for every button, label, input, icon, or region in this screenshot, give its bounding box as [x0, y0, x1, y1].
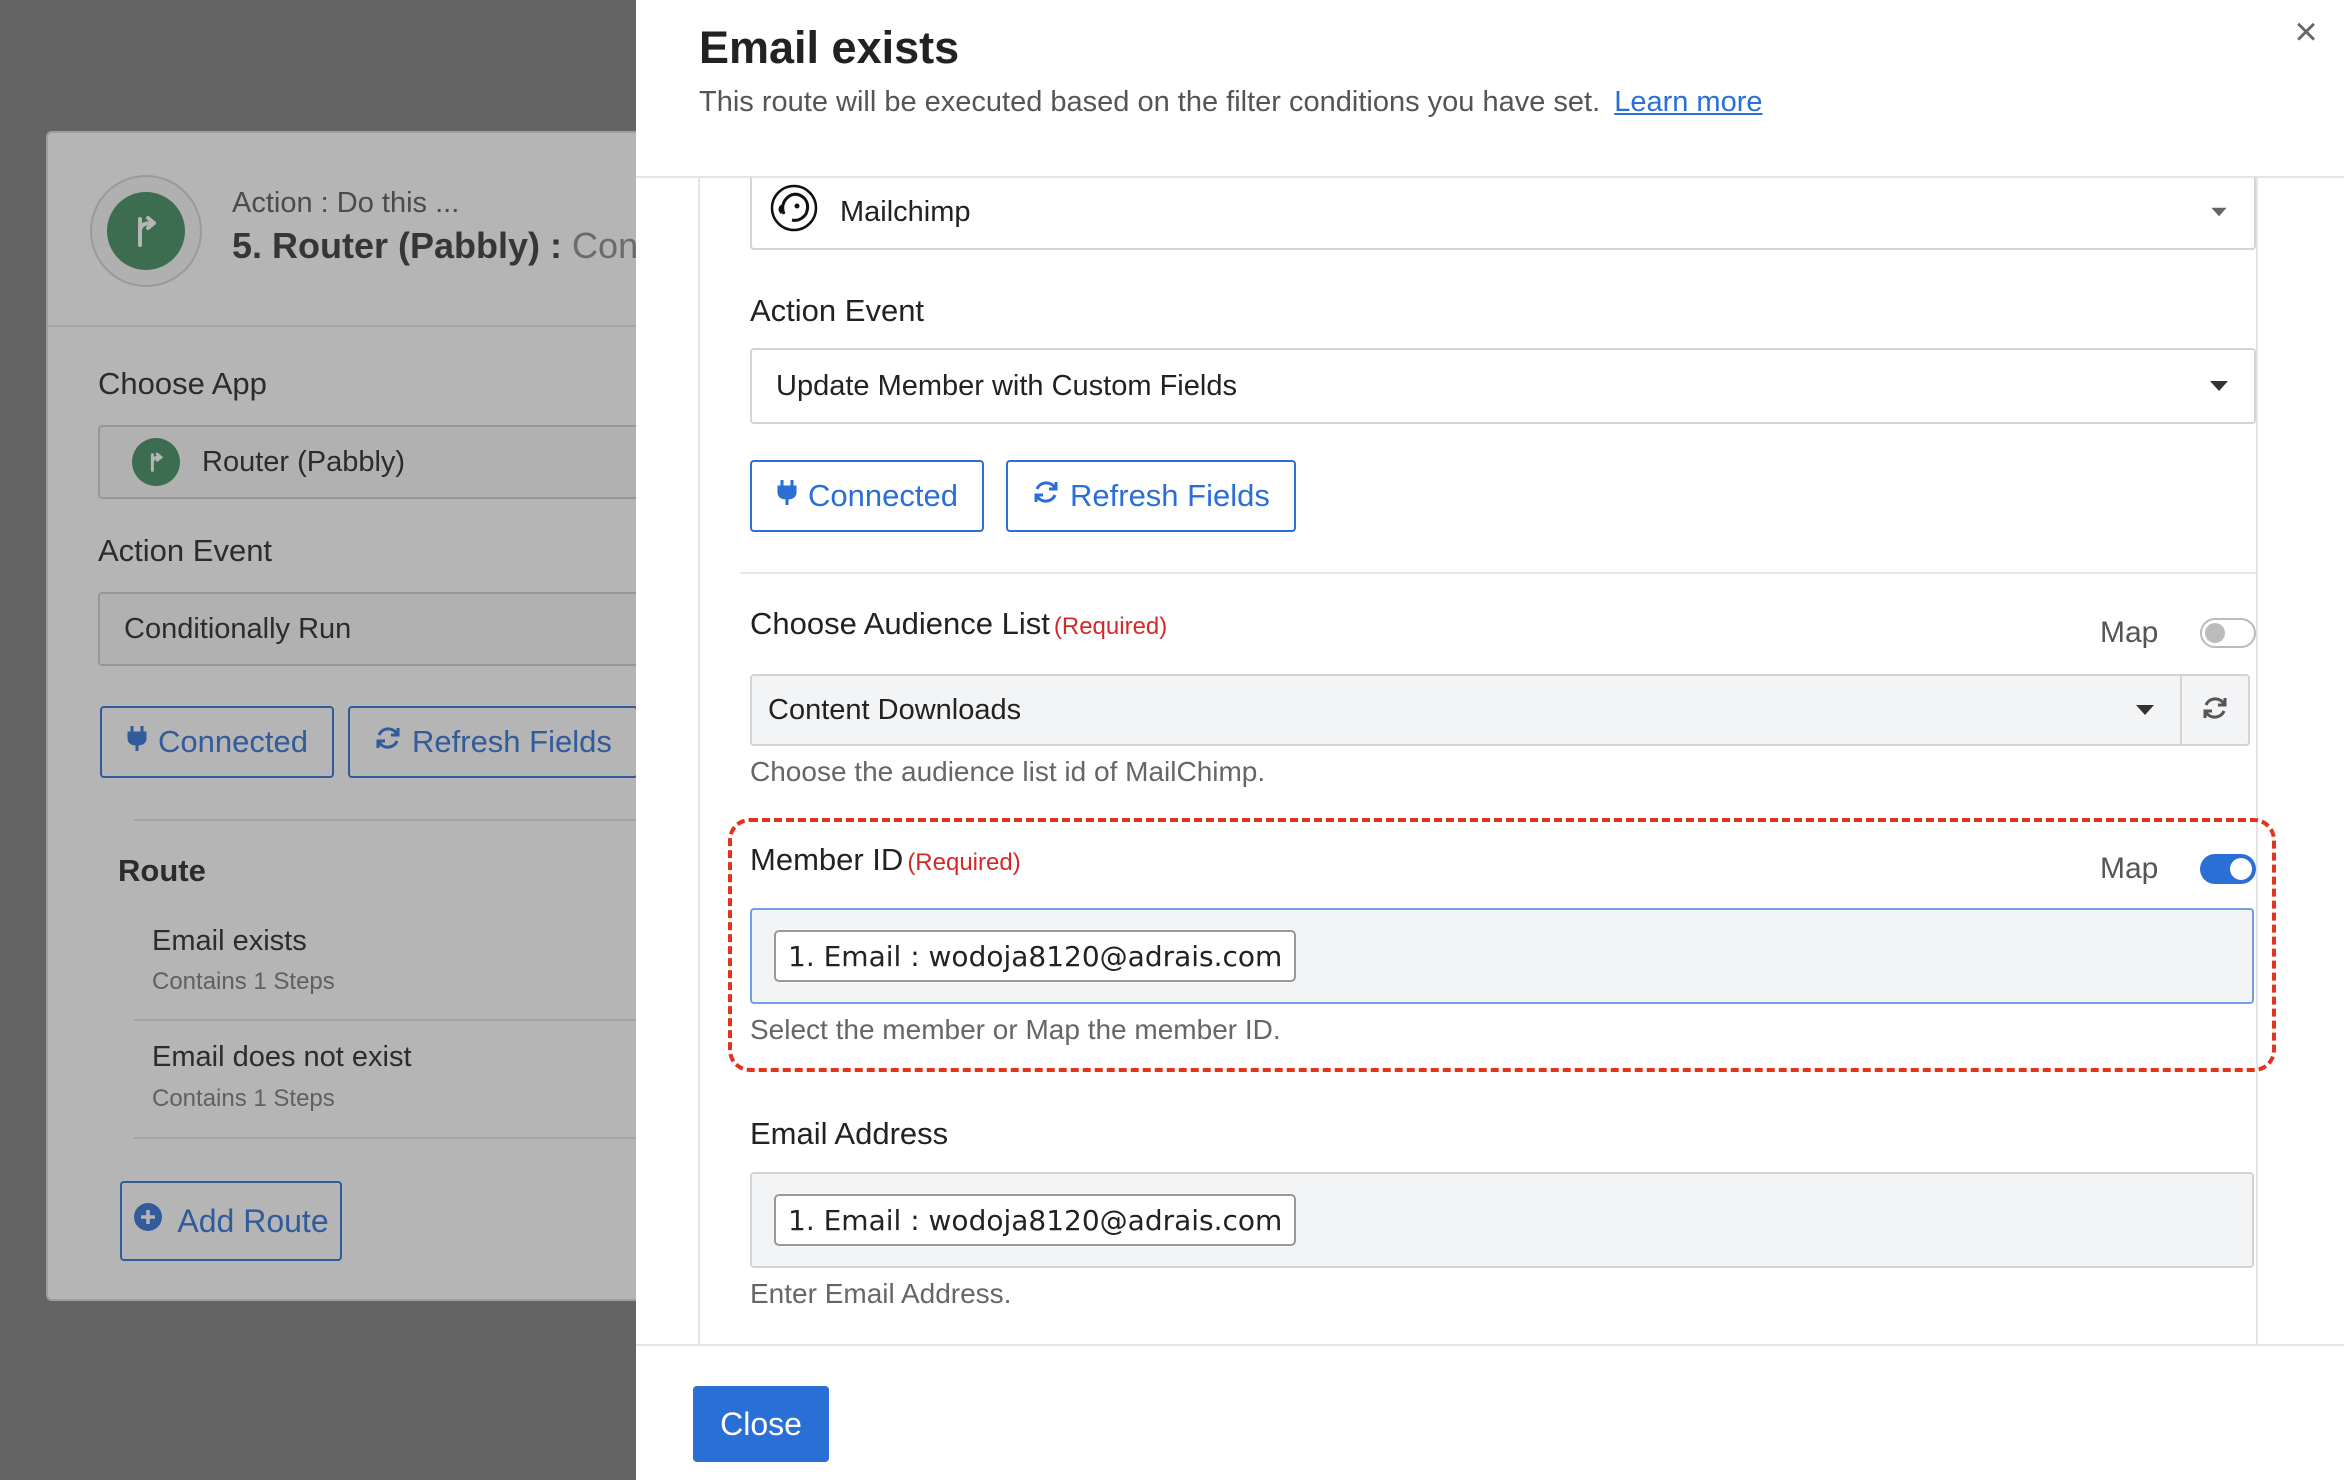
chevron-down-icon	[2136, 705, 2154, 715]
action-event-select[interactable]: Conditionally Run	[98, 592, 718, 666]
action-event-select[interactable]: Update Member with Custom Fields	[750, 348, 2256, 424]
refresh-icon	[374, 724, 402, 760]
required-badge: (Required)	[1053, 613, 1168, 640]
modal-body: Mailchimp Action Event Update Member wit…	[698, 178, 2258, 1344]
route-item-steps: Contains 1 Steps	[152, 968, 335, 995]
route-item-name[interactable]: Email does not exist	[152, 1041, 412, 1074]
modal-footer: Close	[636, 1344, 2344, 1480]
email-address-input[interactable]: 1. Email : wodoja8120@adrais.com	[750, 1172, 2254, 1268]
mailchimp-logo-icon	[770, 184, 818, 240]
refresh-fields-button[interactable]: Refresh Fields	[348, 706, 638, 778]
audience-refresh-button[interactable]	[2180, 674, 2250, 746]
refresh-icon	[1032, 478, 1060, 514]
background-step-card: Action : Do this ... 5. Router (Pabbly) …	[46, 131, 718, 1301]
modal-subtitle: This route will be executed based on the…	[699, 86, 1763, 119]
refresh-icon	[2201, 694, 2229, 727]
action-event-label: Action Event	[98, 533, 273, 568]
route-item-name[interactable]: Email exists	[152, 925, 307, 958]
plus-circle-icon	[133, 1202, 163, 1240]
audience-map-toggle[interactable]	[2200, 618, 2256, 648]
audience-list-value: Content Downloads	[768, 693, 1022, 726]
action-title: 5. Router (Pabbly) : Cond	[232, 225, 659, 266]
divider	[740, 572, 2256, 574]
mapped-field-chip[interactable]: 1. Email : wodoja8120@adrais.com	[774, 930, 1297, 982]
email-address-help-text: Enter Email Address.	[750, 1278, 1012, 1309]
member-id-label: Member ID (Required)	[750, 842, 1021, 878]
action-subtitle: Action : Do this ...	[232, 187, 460, 219]
member-id-input[interactable]: 1. Email : wodoja8120@adrais.com	[750, 908, 2254, 1004]
router-icon	[107, 192, 185, 270]
app-select[interactable]: Mailchimp	[750, 178, 2256, 250]
step-header: Action : Do this ... 5. Router (Pabbly) …	[48, 133, 684, 327]
route-modal: Email exists This route will be executed…	[636, 0, 2344, 1480]
modal-header: Email exists This route will be executed…	[636, 0, 2344, 178]
member-id-label-text: Member ID	[750, 842, 904, 877]
modal-title: Email exists	[699, 22, 960, 73]
router-app-logo	[90, 175, 202, 287]
connected-button[interactable]: Connected	[750, 460, 984, 532]
router-icon	[132, 438, 180, 486]
audience-list-label: Choose Audience List (Required)	[750, 606, 1167, 642]
choose-app-select[interactable]: Router (Pabbly)	[98, 425, 718, 499]
audience-list-select[interactable]: Content Downloads	[750, 674, 2182, 746]
audience-help-text: Choose the audience list id of MailChimp…	[750, 756, 1266, 787]
refresh-fields-button[interactable]: Refresh Fields	[1006, 460, 1296, 532]
add-route-button[interactable]: Add Route	[120, 1181, 342, 1261]
route-item-steps: Contains 1 Steps	[152, 1085, 335, 1112]
choose-app-value: Router (Pabbly)	[202, 445, 406, 478]
action-event-value: Conditionally Run	[124, 612, 352, 645]
choose-app-label: Choose App	[98, 366, 267, 401]
divider	[134, 1137, 694, 1139]
close-icon[interactable]: ×	[2286, 12, 2326, 52]
member-id-map-label: Map	[2100, 852, 2159, 885]
connected-label: Connected	[808, 478, 958, 513]
connected-label: Connected	[158, 724, 308, 759]
close-button[interactable]: Close	[693, 1386, 829, 1462]
plug-icon	[126, 724, 148, 760]
divider	[134, 1019, 694, 1021]
connected-button[interactable]: Connected	[100, 706, 334, 778]
toggle-knob	[2205, 623, 2225, 643]
member-id-help-text: Select the member or Map the member ID.	[750, 1014, 1281, 1045]
toggle-knob	[2230, 858, 2252, 880]
chevron-down-icon	[2211, 207, 2227, 217]
add-route-label: Add Route	[177, 1202, 329, 1239]
chevron-down-icon	[2210, 381, 2228, 391]
action-event-value: Update Member with Custom Fields	[776, 369, 1237, 402]
route-title: Route	[118, 853, 206, 888]
refresh-label: Refresh Fields	[412, 724, 612, 759]
learn-more-link[interactable]: Learn more	[1614, 86, 1762, 118]
member-id-map-toggle[interactable]	[2200, 854, 2256, 884]
action-event-label: Action Event	[750, 293, 925, 328]
refresh-label: Refresh Fields	[1070, 478, 1270, 513]
modal-subtitle-text: This route will be executed based on the…	[699, 86, 1601, 118]
app-select-value: Mailchimp	[840, 195, 971, 228]
divider	[134, 819, 694, 821]
audience-map-label: Map	[2100, 616, 2159, 649]
mapped-field-chip[interactable]: 1. Email : wodoja8120@adrais.com	[774, 1194, 1297, 1246]
required-badge: (Required)	[907, 849, 1021, 876]
audience-list-label-text: Choose Audience List	[750, 606, 1050, 641]
email-address-label: Email Address	[750, 1116, 949, 1151]
plug-icon	[776, 478, 798, 514]
